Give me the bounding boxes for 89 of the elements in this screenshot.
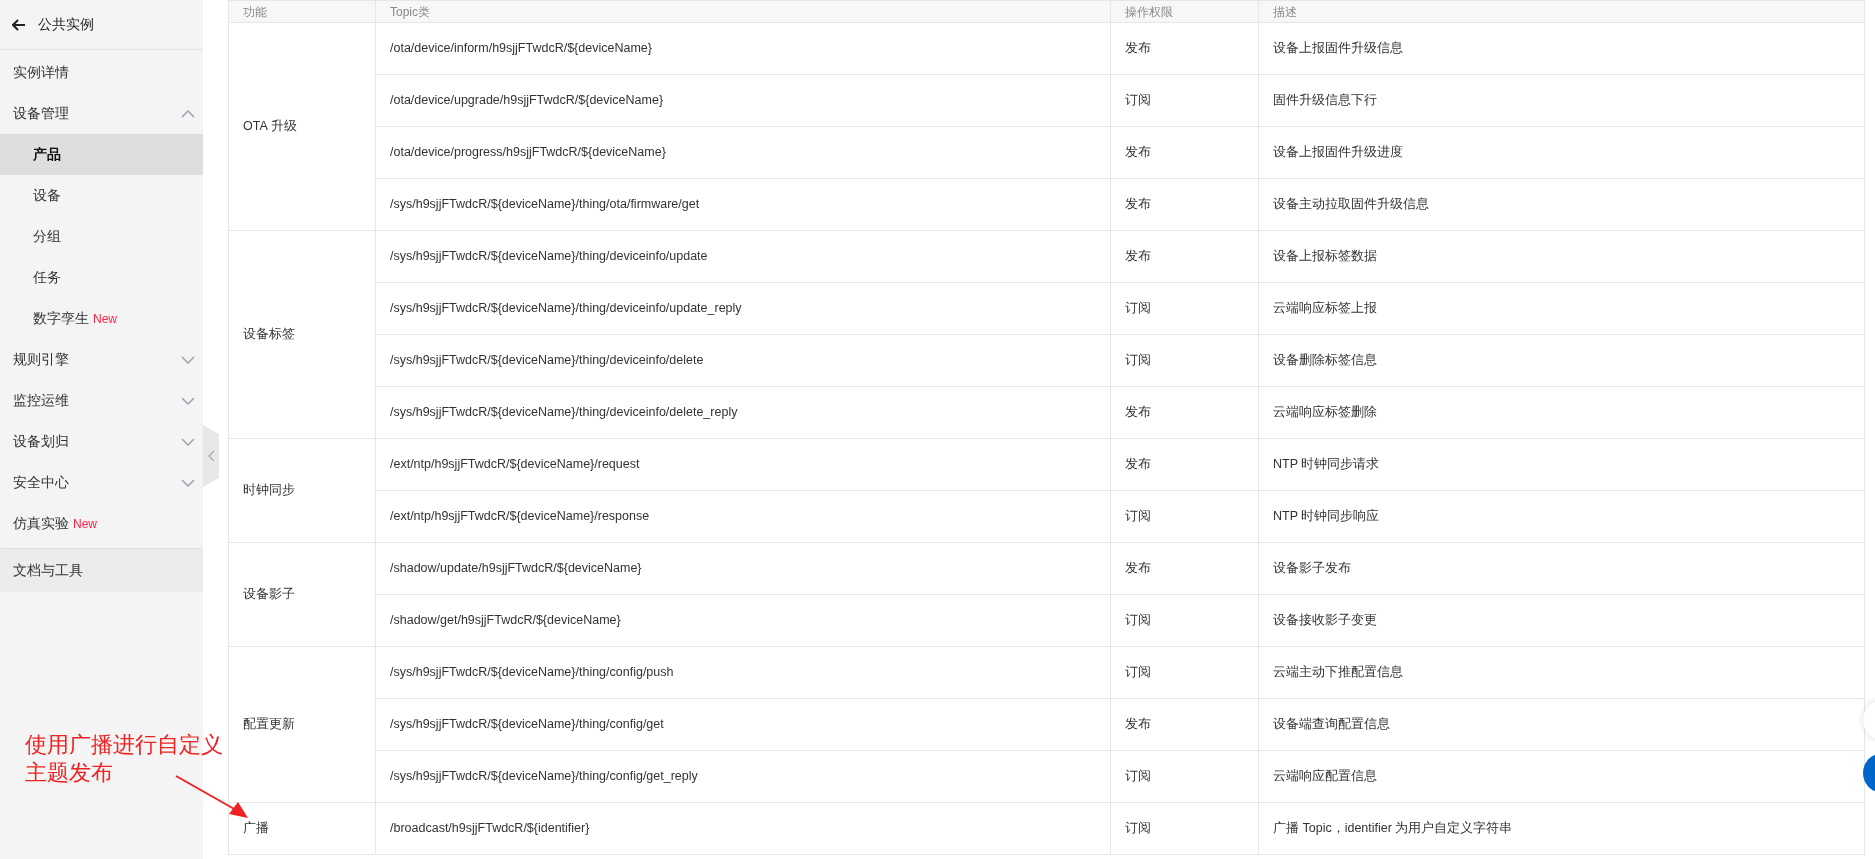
table-cell: 设备端查询配置信息 bbox=[1258, 698, 1865, 751]
table-cell: /ota/device/progress/h9sjjFTwdcR/${deviceName} bbox=[375, 126, 1111, 179]
table-cell: 发布 bbox=[1110, 178, 1259, 231]
table-cell: 发布 bbox=[1110, 126, 1259, 179]
new-label: New bbox=[73, 515, 97, 533]
table-cell: 时钟同步 bbox=[228, 438, 376, 543]
table-cell: 发布 bbox=[1110, 698, 1259, 751]
column-header: 功能 bbox=[228, 0, 376, 23]
chevron-down-icon bbox=[181, 355, 195, 364]
chevron-down-icon bbox=[181, 396, 195, 405]
table-cell: 订阅 bbox=[1110, 750, 1259, 803]
back-arrow-icon[interactable] bbox=[12, 18, 26, 31]
nav-item[interactable]: 仿真实验 New bbox=[0, 503, 203, 544]
nav-label: 监控运维 bbox=[13, 391, 69, 410]
table-cell: 订阅 bbox=[1110, 74, 1259, 127]
table-cell: 云端响应配置信息 bbox=[1258, 750, 1865, 803]
table-cell: NTP 时钟同步响应 bbox=[1258, 490, 1865, 543]
table-cell: /sys/h9sjjFTwdcR/${deviceName}/thing/config/get_reply bbox=[375, 750, 1111, 803]
table-cell: 发布 bbox=[1110, 22, 1259, 75]
table-cell: NTP 时钟同步请求 bbox=[1258, 438, 1865, 491]
nav-item[interactable]: 安全中心 bbox=[0, 462, 203, 503]
table-cell: 发布 bbox=[1110, 386, 1259, 439]
column-header: Topic类 bbox=[375, 0, 1111, 23]
table-cell: /shadow/get/h9sjjFTwdcR/${deviceName} bbox=[375, 594, 1111, 647]
back-link[interactable]: 公共实例 bbox=[38, 14, 94, 35]
table-cell: /shadow/update/h9sjjFTwdcR/${deviceName} bbox=[375, 542, 1111, 595]
table-cell: 订阅 bbox=[1110, 646, 1259, 699]
table-cell: 设备接收影子变更 bbox=[1258, 594, 1865, 647]
annotation-text: 使用广播进行自定义 bbox=[25, 731, 224, 759]
table-cell: 订阅 bbox=[1110, 334, 1259, 387]
nav-subitem[interactable]: 设备 bbox=[0, 175, 203, 216]
table-cell: /sys/h9sjjFTwdcR/${deviceName}/thing/deviceinfo/update_reply bbox=[375, 282, 1111, 335]
table-cell: 设备影子发布 bbox=[1258, 542, 1865, 595]
nav-item[interactable]: 文档与工具 bbox=[0, 549, 203, 592]
chevron-down-icon bbox=[181, 478, 195, 487]
nav-label: 设备管理 bbox=[13, 104, 69, 123]
table-cell: /sys/h9sjjFTwdcR/${deviceName}/thing/config/push bbox=[375, 646, 1111, 699]
nav-label: 仿真实验 bbox=[13, 514, 69, 533]
nav-label: 规则引擎 bbox=[13, 350, 69, 369]
nav-item[interactable]: 规则引擎 bbox=[0, 339, 203, 380]
table-cell: 订阅 bbox=[1110, 802, 1259, 855]
table-cell: 设备上报固件升级进度 bbox=[1258, 126, 1865, 179]
table-cell: 设备标签 bbox=[228, 230, 376, 439]
table-cell: /sys/h9sjjFTwdcR/${deviceName}/thing/deviceinfo/update bbox=[375, 230, 1111, 283]
table-cell: 固件升级信息下行 bbox=[1258, 74, 1865, 127]
nav-subitem[interactable]: 产品 bbox=[0, 134, 203, 175]
table-cell: 设备上报固件升级信息 bbox=[1258, 22, 1865, 75]
nav-subitem[interactable]: 数字孪生 New bbox=[0, 298, 203, 339]
table-cell: 设备上报标签数据 bbox=[1258, 230, 1865, 283]
table-cell: /ext/ntp/h9sjjFTwdcR/${deviceName}/request bbox=[375, 438, 1111, 491]
table-cell: /ext/ntp/h9sjjFTwdcR/${deviceName}/response bbox=[375, 490, 1111, 543]
nav-subitem[interactable]: 任务 bbox=[0, 257, 203, 298]
table-cell: 订阅 bbox=[1110, 490, 1259, 543]
table-cell: /sys/h9sjjFTwdcR/${deviceName}/thing/config/get bbox=[375, 698, 1111, 751]
table-cell: /ota/device/inform/h9sjjFTwdcR/${deviceName} bbox=[375, 22, 1111, 75]
nav-item[interactable]: 设备划归 bbox=[0, 421, 203, 462]
nav-label: 设备划归 bbox=[13, 432, 69, 451]
table-cell: /sys/h9sjjFTwdcR/${deviceName}/thing/deviceinfo/delete bbox=[375, 334, 1111, 387]
nav-label: 实例详情 bbox=[13, 63, 69, 82]
table-cell: 云端主动下推配置信息 bbox=[1258, 646, 1865, 699]
annotation-text: 主题发布 bbox=[25, 759, 114, 787]
chevron-down-icon bbox=[181, 437, 195, 446]
table-cell: 发布 bbox=[1110, 438, 1259, 491]
nav-subitem[interactable]: 分组 bbox=[0, 216, 203, 257]
table-cell: 发布 bbox=[1110, 230, 1259, 283]
nav-item[interactable]: 监控运维 bbox=[0, 380, 203, 421]
table-cell: 设备删除标签信息 bbox=[1258, 334, 1865, 387]
table-cell: 设备影子 bbox=[228, 542, 376, 647]
table-cell: 订阅 bbox=[1110, 594, 1259, 647]
column-header: 操作权限 bbox=[1110, 0, 1259, 23]
column-header: 描述 bbox=[1258, 0, 1865, 23]
table-cell: /broadcast/h9sjjFTwdcR/${identifier} bbox=[375, 802, 1111, 855]
nav-item[interactable]: 设备管理 bbox=[0, 93, 203, 134]
nav-label: 安全中心 bbox=[13, 473, 69, 492]
chevron-up-icon bbox=[181, 109, 195, 118]
table-cell: /sys/h9sjjFTwdcR/${deviceName}/thing/deviceinfo/delete_reply bbox=[375, 386, 1111, 439]
table-cell: /sys/h9sjjFTwdcR/${deviceName}/thing/ota/firmware/get bbox=[375, 178, 1111, 231]
table-cell: 云端响应标签上报 bbox=[1258, 282, 1865, 335]
table-cell: 设备主动拉取固件升级信息 bbox=[1258, 178, 1865, 231]
table-cell: /ota/device/upgrade/h9sjjFTwdcR/${deviceName} bbox=[375, 74, 1111, 127]
table-cell: 广播 bbox=[228, 802, 376, 855]
nav-item[interactable]: 实例详情 bbox=[0, 52, 203, 93]
table-cell: 订阅 bbox=[1110, 282, 1259, 335]
table-cell: OTA 升级 bbox=[228, 22, 376, 231]
table-cell: 广播 Topic，identifier 为用户自定义字符串 bbox=[1258, 802, 1865, 855]
new-label: New bbox=[93, 310, 117, 328]
table-cell: 云端响应标签删除 bbox=[1258, 386, 1865, 439]
table-cell: 发布 bbox=[1110, 542, 1259, 595]
table-cell: 配置更新 bbox=[228, 646, 376, 803]
